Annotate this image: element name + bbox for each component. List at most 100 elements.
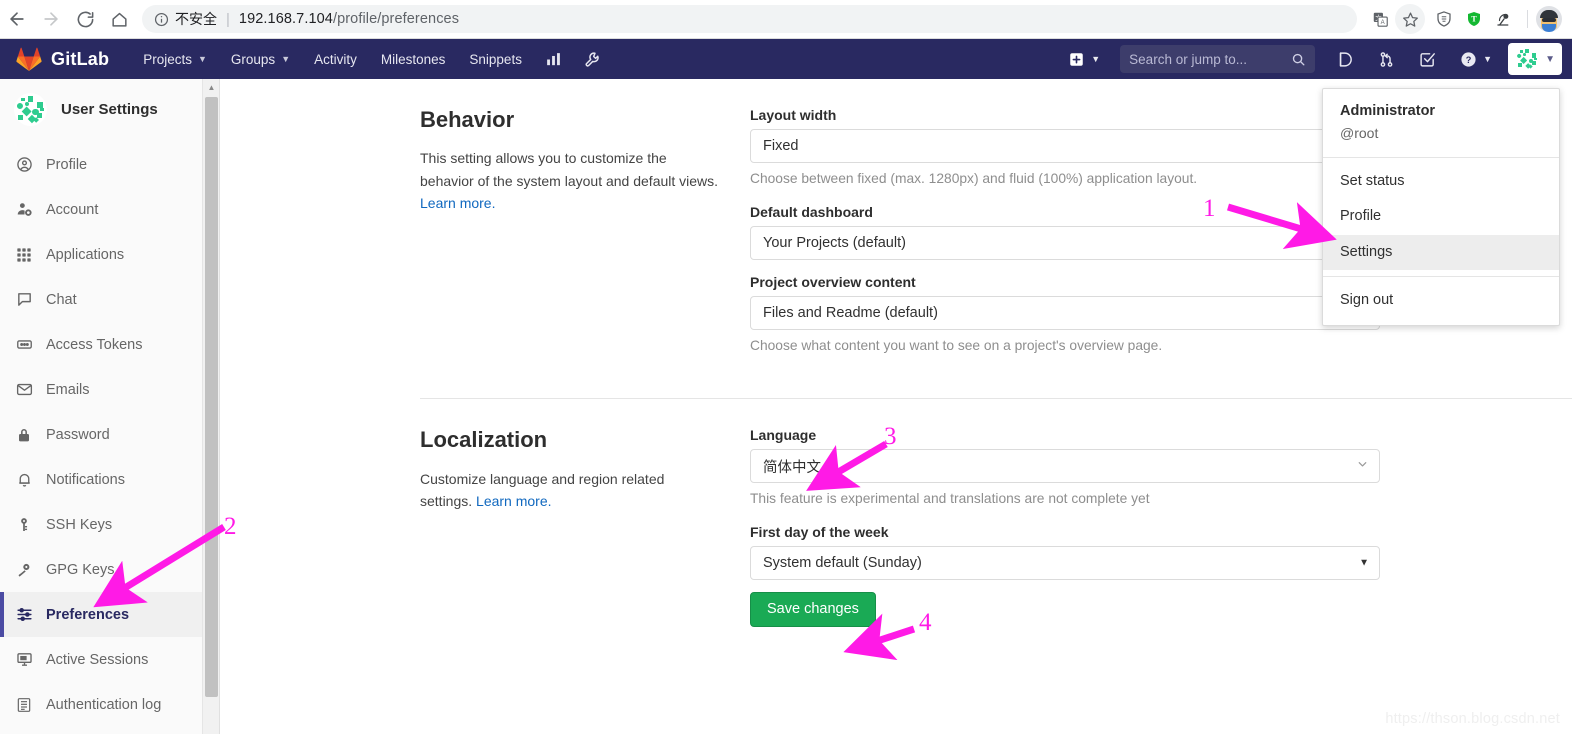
wrench-icon[interactable]	[573, 39, 612, 79]
sidebar-item-access-tokens[interactable]: Access Tokens	[0, 322, 202, 367]
sidebar-item-profile[interactable]: Profile	[0, 142, 202, 187]
localization-fields-column: Language 简体中文 This feature is experiment…	[750, 427, 1380, 628]
language-label: Language	[750, 427, 817, 444]
nav-item-activity[interactable]: Activity	[302, 39, 369, 79]
first-day-of-week-label: First day of the week	[750, 524, 889, 541]
user-circle-icon	[16, 156, 38, 173]
gitlab-nav-right: ▼ ? ▼ ▼	[1059, 39, 1572, 79]
plus-square-icon	[1070, 52, 1083, 66]
default-dashboard-select[interactable]: Your Projects (default) ▼	[750, 225, 1380, 260]
save-changes-button[interactable]: Save changes	[750, 592, 876, 628]
default-dashboard-value: Your Projects (default)	[763, 234, 906, 251]
sidebar-scrollbar[interactable]: ▲	[203, 79, 220, 734]
localization-learn-more-link[interactable]: Learn more.	[476, 493, 551, 509]
merge-requests-icon[interactable]	[1366, 39, 1407, 79]
adblock-shield-icon[interactable]	[1429, 4, 1459, 34]
chevron-down-icon: ▼	[1091, 54, 1101, 64]
sidebar-item-authentication-log[interactable]: Authentication log	[0, 682, 202, 727]
gitlab-home-link[interactable]: GitLab	[0, 47, 109, 71]
behavior-description-text: This setting allows you to customize the…	[420, 150, 719, 189]
project-overview-content-value: Files and Readme (default)	[763, 304, 938, 321]
annotation-marker-2: 2	[224, 513, 237, 540]
default-dashboard-field: Default dashboard Your Projects (default…	[750, 204, 1380, 260]
sidebar-item-account-label: Account	[46, 201, 99, 218]
scrollbar-thumb[interactable]	[205, 97, 218, 697]
sidebar-item-emails-label: Emails	[46, 381, 90, 398]
sidebar-item-chat[interactable]: Chat	[0, 277, 202, 322]
first-day-of-week-value: System default (Sunday)	[763, 555, 922, 572]
help-button[interactable]: ? ▼	[1448, 39, 1499, 79]
search-icon[interactable]	[1291, 52, 1306, 67]
behavior-learn-more-link[interactable]: Learn more.	[420, 195, 495, 211]
nav-item-milestones[interactable]: Milestones	[369, 39, 458, 79]
sliders-icon	[16, 606, 38, 623]
dropdown-item-profile[interactable]: Profile	[1323, 199, 1559, 234]
sidebar-item-ssh-keys[interactable]: SSH Keys	[0, 502, 202, 547]
sidebar-item-password[interactable]: Password	[0, 412, 202, 457]
dropdown-item-settings[interactable]: Settings	[1323, 234, 1559, 271]
sidebar-item-emails[interactable]: Emails	[0, 367, 202, 412]
nav-item-snippets[interactable]: Snippets	[457, 39, 534, 79]
dropdown-item-set-status[interactable]: Set status	[1323, 164, 1559, 199]
sidebar-item-active-sessions[interactable]: Active Sessions	[0, 637, 202, 682]
dropdown-item-sign-out[interactable]: Sign out	[1323, 283, 1559, 318]
security-label: 不安全	[175, 11, 217, 27]
sidebar-item-account[interactable]: Account	[0, 187, 202, 232]
chat-bubble-icon	[16, 291, 38, 308]
nav-item-groups[interactable]: Groups ▼	[219, 39, 302, 79]
home-icon[interactable]	[102, 2, 136, 36]
scroll-up-arrow-icon[interactable]: ▲	[203, 79, 220, 96]
sidebar-item-password-label: Password	[46, 426, 110, 443]
back-arrow-icon[interactable]	[0, 2, 34, 36]
user-menu-button[interactable]: ▼	[1508, 43, 1562, 75]
reload-icon[interactable]	[68, 2, 102, 36]
language-select[interactable]: 简体中文	[750, 449, 1380, 484]
help-circle-icon: ?	[1461, 51, 1476, 67]
dropdown-signout-group: Sign out	[1323, 277, 1559, 324]
sidebar-item-active-sessions-label: Active Sessions	[46, 651, 149, 668]
annotation-marker-3: 3	[884, 423, 897, 450]
search-input[interactable]	[1129, 51, 1292, 67]
language-help: This feature is experimental and transla…	[750, 491, 1150, 507]
satellite-icon[interactable]	[1489, 4, 1519, 34]
svg-text:?: ?	[1466, 54, 1472, 64]
gitlab-main-menu: Projects ▼ Groups ▼ Activity Milestones …	[131, 39, 612, 79]
sidebar-item-ssh-keys-label: SSH Keys	[46, 516, 113, 533]
sidebar-item-access-tokens-label: Access Tokens	[46, 336, 143, 353]
browser-toolbar: 不安全 | 192.168.7.104/profile/preferences …	[0, 0, 1572, 39]
create-new-button[interactable]: ▼	[1059, 39, 1110, 79]
project-overview-content-select[interactable]: Files and Readme (default) ▼	[750, 295, 1380, 330]
sidebar-item-applications-label: Applications	[46, 246, 125, 263]
star-icon[interactable]	[1395, 4, 1425, 34]
bell-icon	[16, 471, 38, 488]
layout-width-help: Choose between fixed (max. 1280px) and f…	[750, 171, 1198, 186]
translate-icon[interactable]: 文A	[1365, 4, 1395, 34]
sidebar-item-notifications-label: Notifications	[46, 471, 125, 488]
sidebar-item-preferences[interactable]: Preferences	[0, 592, 202, 637]
sidebar-item-notifications[interactable]: Notifications	[0, 457, 202, 502]
project-overview-content-field: Project overview content Files and Readm…	[750, 274, 1380, 357]
site-info-icon[interactable]	[154, 12, 169, 27]
sidebar-header[interactable]: User Settings	[0, 79, 202, 142]
browser-profile-avatar[interactable]	[1536, 6, 1562, 32]
nav-item-projects[interactable]: Projects ▼	[131, 39, 219, 79]
sidebar-item-gpg-keys[interactable]: GPG Keys	[0, 547, 202, 592]
forward-arrow-icon[interactable]	[34, 2, 68, 36]
layout-width-value: Fixed	[763, 138, 799, 154]
dropdown-user-name: Administrator	[1340, 103, 1436, 119]
todos-icon[interactable]	[1407, 39, 1448, 79]
layout-width-select[interactable]: Fixed ▼	[750, 129, 1380, 163]
trend-micro-shield-icon[interactable]: T	[1459, 4, 1489, 34]
search-box[interactable]	[1120, 45, 1316, 73]
sidebar-item-applications[interactable]: Applications	[0, 232, 202, 277]
issues-icon[interactable]	[1325, 39, 1366, 79]
chart-icon[interactable]	[534, 39, 573, 79]
first-day-of-week-select[interactable]: System default (Sunday) ▼	[750, 546, 1380, 581]
dropdown-user-header: Administrator @root	[1323, 89, 1559, 158]
address-bar[interactable]: 不安全 | 192.168.7.104/profile/preferences	[142, 5, 1357, 33]
annotation-marker-1: 1	[1203, 195, 1216, 222]
url-path: /profile/preferences	[332, 11, 460, 27]
default-dashboard-label: Default dashboard	[750, 203, 873, 220]
language-value: 简体中文	[763, 459, 821, 476]
chevron-down-icon: ▼	[281, 54, 291, 64]
